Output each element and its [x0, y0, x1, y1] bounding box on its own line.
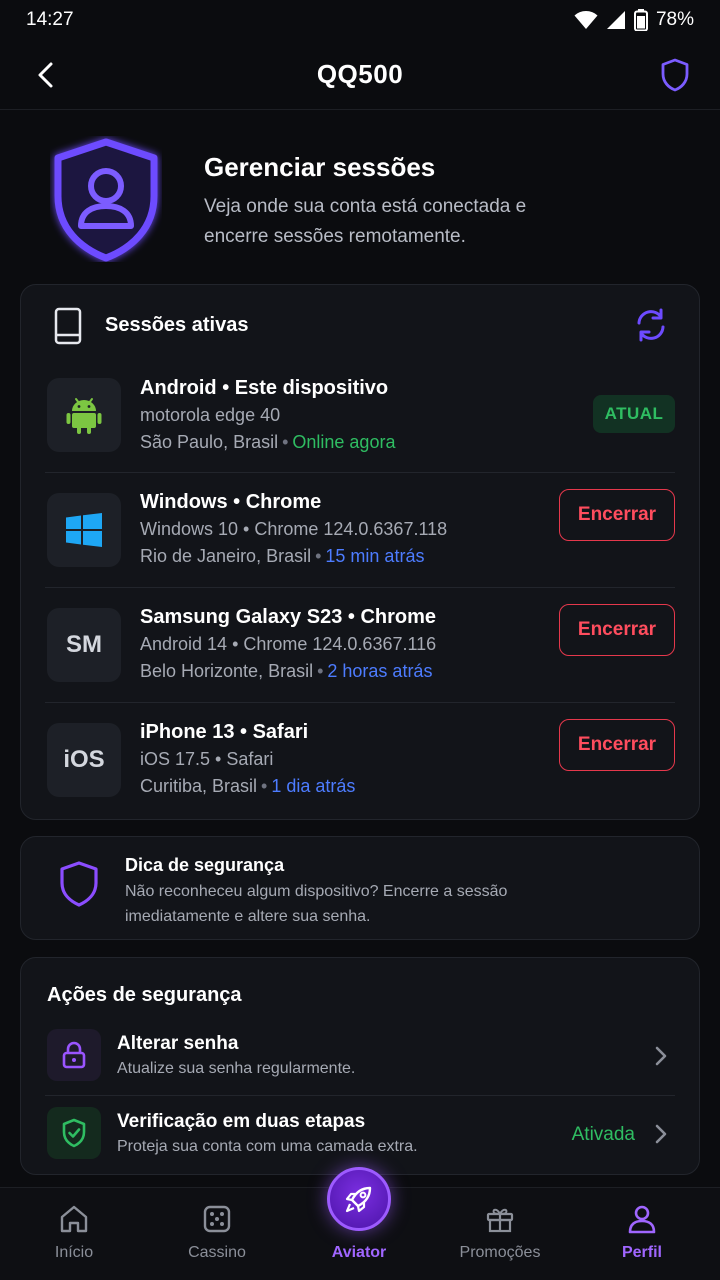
gift-icon — [483, 1202, 517, 1236]
session-device: iOS 17.5 • Safari — [140, 749, 274, 769]
back-arrow-icon — [38, 62, 53, 88]
session-location-line: Belo Horizonte, Brasil • 2 horas atrás — [140, 661, 432, 682]
wifi-icon — [574, 11, 598, 29]
action-description: Atualize sua senha regularmente. — [117, 1060, 356, 1077]
session-status: Online agora — [292, 432, 396, 452]
refresh-icon[interactable] — [633, 307, 669, 343]
aviator-fab-button[interactable] — [327, 1167, 391, 1231]
two-step-verification-item[interactable]: Verificação em duas etapas Proteja sua c… — [45, 1095, 675, 1173]
nav-label: Início — [54, 1244, 94, 1261]
session-device: motorola edge 40 — [140, 405, 281, 425]
home-icon — [57, 1202, 91, 1236]
ios-text-icon: iOS — [47, 723, 121, 797]
session-title: Windows • Chrome — [140, 491, 322, 513]
battery-percent: 78% — [655, 9, 694, 30]
separator-dot: • — [282, 432, 289, 452]
current-session-badge: ATUAL — [593, 395, 675, 433]
session-title: Android • Este dispositivo — [140, 377, 389, 399]
hero-title: Gerenciar sessões — [204, 152, 436, 182]
action-title: Verificação em duas etapas — [117, 1111, 366, 1132]
dice-icon — [200, 1202, 234, 1236]
active-sessions-card: Sessões ativas Android • Este dispositiv… — [20, 284, 700, 820]
end-session-button[interactable]: Encerrar — [559, 489, 675, 541]
action-title: Alterar senha — [117, 1033, 239, 1054]
separator-dot: • — [317, 661, 324, 681]
android-icon — [47, 378, 121, 452]
profile-icon — [625, 1202, 659, 1236]
session-device: Windows 10 • Chrome 124.0.6367.118 — [140, 519, 448, 539]
samsung-text-icon: SM — [47, 608, 121, 682]
actions-title: Ações de segurança — [47, 984, 242, 1006]
shield-check-icon — [47, 1107, 101, 1159]
hero-section: Gerenciar sessões Veja onde sua conta es… — [0, 130, 720, 270]
sessions-title: Sessões ativas — [105, 314, 249, 336]
session-last-active: 2 horas atrás — [327, 661, 433, 681]
status-icons: 78% — [574, 9, 694, 31]
user-shield-icon — [54, 138, 158, 262]
session-row: SM Samsung Galaxy S23 • Chrome Android 1… — [45, 587, 675, 702]
hero-description: Veja onde sua conta está conectada e enc… — [204, 196, 527, 247]
back-button[interactable] — [28, 58, 62, 92]
action-description: Proteja sua conta com uma camada extra. — [117, 1138, 418, 1155]
tablet-icon — [54, 307, 82, 345]
separator-dot: • — [261, 776, 268, 796]
shield-icon — [60, 861, 98, 907]
session-row: iOS iPhone 13 • Safari iOS 17.5 • Safari… — [45, 702, 675, 817]
session-row: Windows • Chrome Windows 10 • Chrome 124… — [45, 472, 675, 587]
session-location: São Paulo, Brasil — [140, 432, 279, 452]
security-actions-card: Ações de segurança Alterar senha Atualiz… — [20, 957, 700, 1175]
nav-label: Promoções — [459, 1244, 541, 1261]
session-row: Android • Este dispositivo motorola edge… — [45, 357, 675, 472]
security-shield-button[interactable] — [658, 56, 692, 94]
chevron-right-icon — [655, 1124, 667, 1144]
session-title: Samsung Galaxy S23 • Chrome — [140, 606, 437, 628]
session-last-active: 1 dia atrás — [271, 776, 356, 796]
session-location: Belo Horizonte, Brasil — [140, 661, 314, 681]
page-title: QQ500 — [316, 59, 404, 89]
nav-item-cassino[interactable]: Cassino — [145, 1188, 289, 1280]
lock-icon — [47, 1029, 101, 1081]
windows-icon — [47, 493, 121, 567]
rocket-icon — [345, 1186, 372, 1213]
end-session-button[interactable]: Encerrar — [559, 604, 675, 656]
signal-icon — [606, 11, 625, 29]
session-last-active: 15 min atrás — [325, 546, 425, 566]
status-time: 14:27 — [26, 9, 74, 30]
nav-item-perfil[interactable]: Perfil — [570, 1188, 714, 1280]
session-location-line: São Paulo, Brasil • Online agora — [140, 432, 395, 453]
battery-icon — [633, 9, 648, 31]
tip-description: Não reconheceu algum dispositivo? Encerr… — [125, 883, 508, 925]
session-location: Curitiba, Brasil — [140, 776, 258, 796]
session-title: iPhone 13 • Safari — [140, 721, 309, 743]
security-tip-card: Dica de segurança Não reconheceu algum d… — [20, 836, 700, 940]
shield-icon — [661, 58, 689, 92]
change-password-item[interactable]: Alterar senha Atualize sua senha regular… — [45, 1018, 675, 1096]
end-session-button[interactable]: Encerrar — [559, 719, 675, 771]
status-bar: 14:27 78% — [0, 0, 720, 40]
session-device: Android 14 • Chrome 124.0.6367.116 — [140, 634, 437, 654]
session-location-line: Rio de Janeiro, Brasil • 15 min atrás — [140, 546, 424, 567]
nav-label: Aviator — [331, 1244, 387, 1261]
nav-label: Perfil — [621, 1244, 662, 1261]
session-location-line: Curitiba, Brasil • 1 dia atrás — [140, 776, 355, 797]
session-location: Rio de Janeiro, Brasil — [140, 546, 312, 566]
separator-dot: • — [315, 546, 322, 566]
nav-item-promocoes[interactable]: Promoções — [428, 1188, 572, 1280]
tip-title: Dica de segurança — [125, 855, 285, 875]
nav-item-inicio[interactable]: Início — [2, 1188, 146, 1280]
nav-label: Cassino — [188, 1244, 246, 1261]
app-bar: QQ500 — [0, 40, 720, 110]
action-status: Ativada — [571, 1124, 635, 1145]
chevron-right-icon — [655, 1046, 667, 1066]
